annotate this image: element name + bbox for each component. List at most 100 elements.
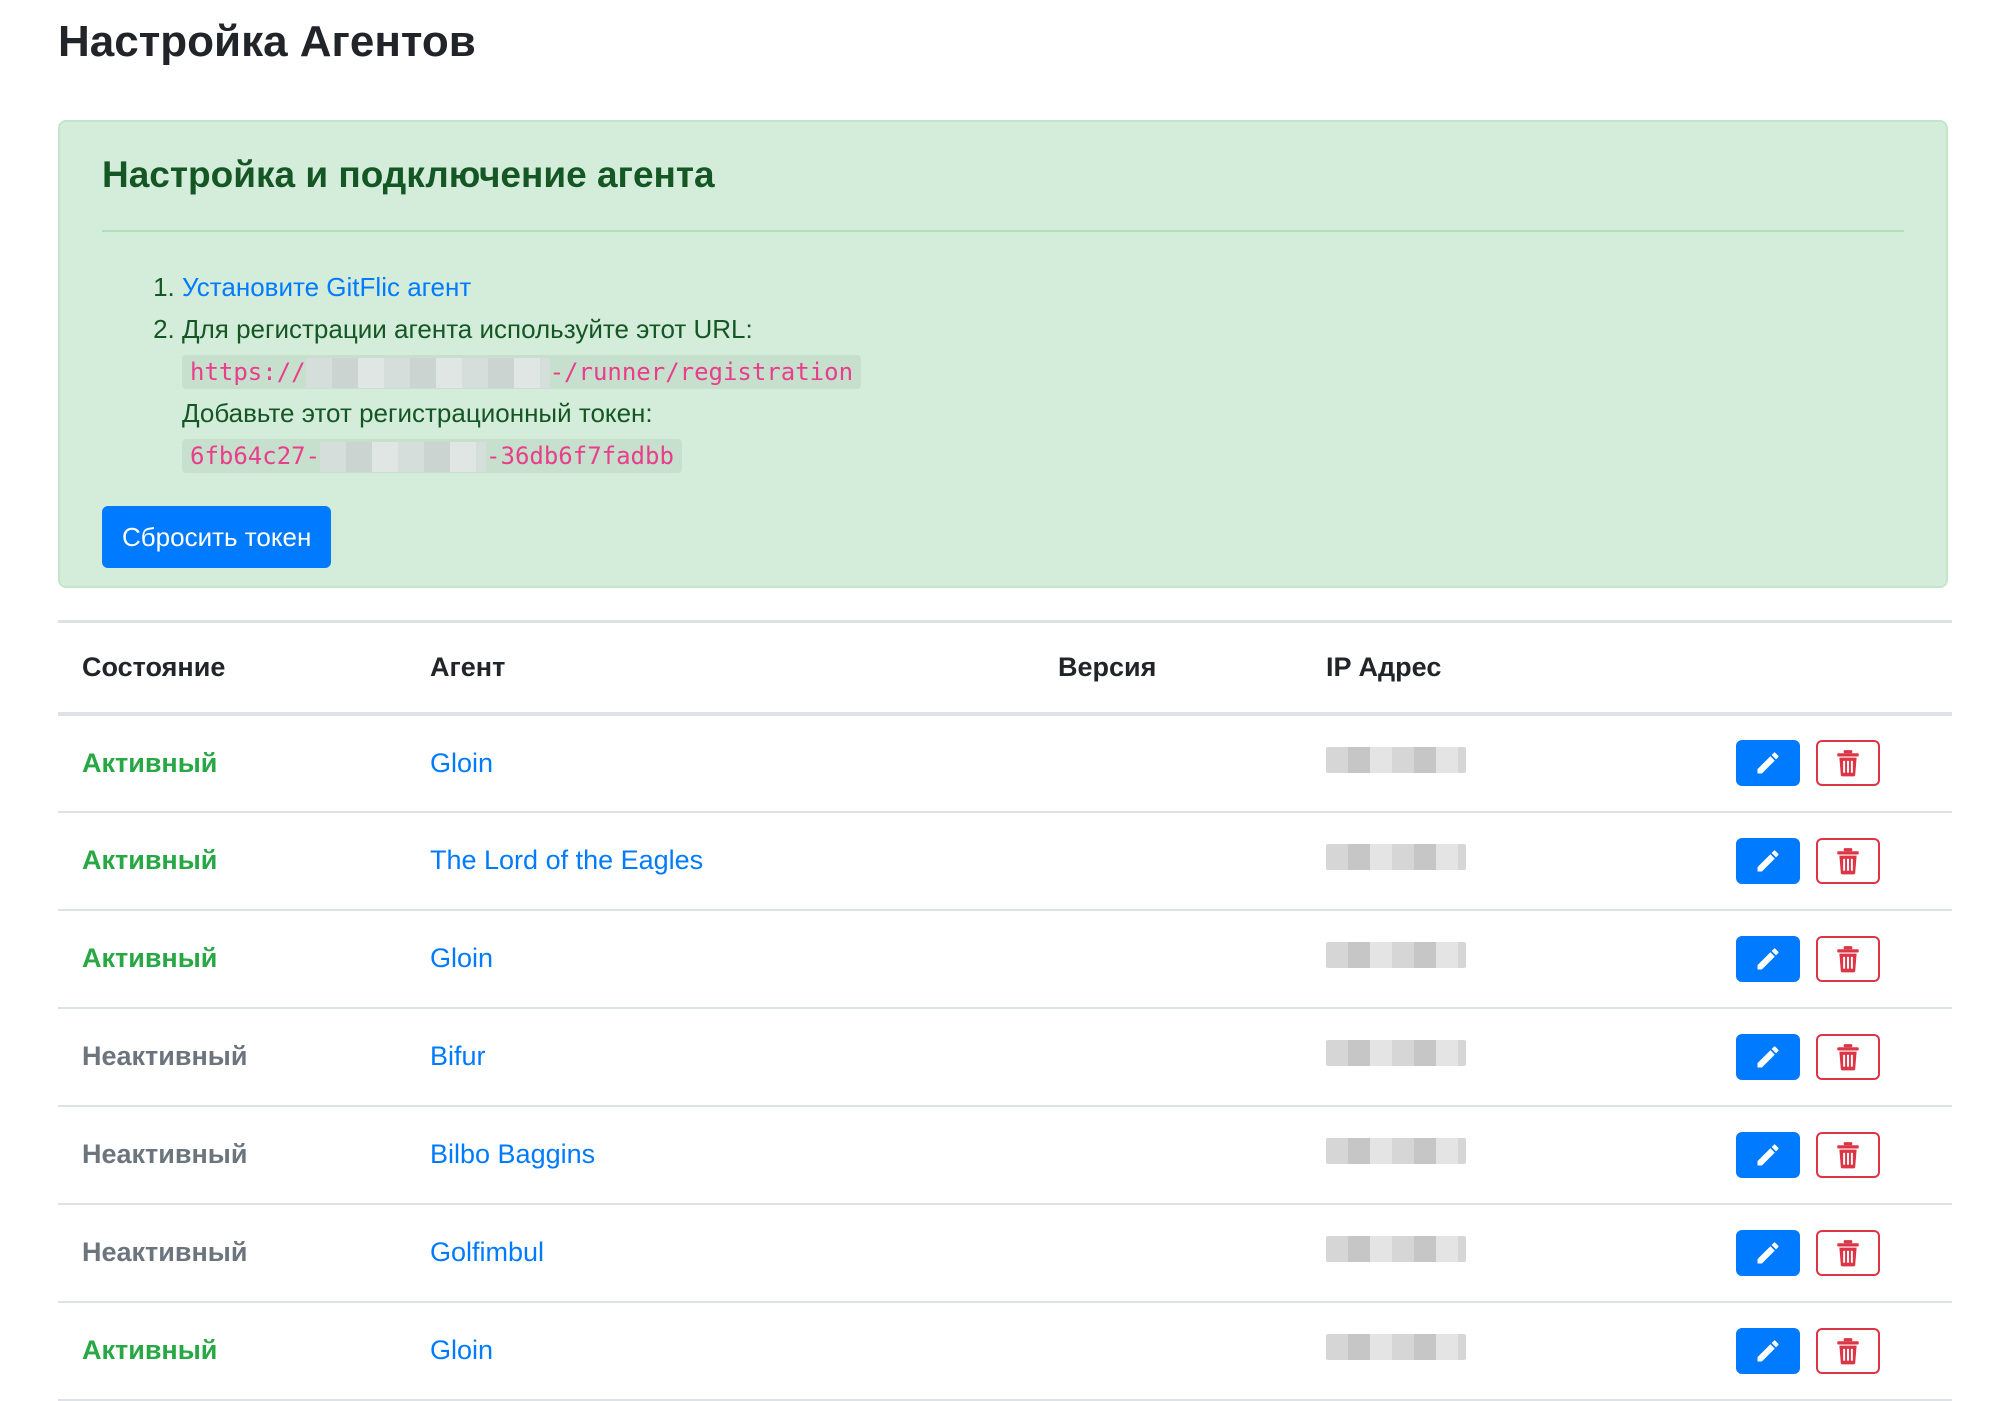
- agent-name-link[interactable]: Gloin: [430, 1335, 493, 1365]
- agent-status-cell: Неактивный: [58, 1105, 406, 1205]
- agent-name-cell: The Lord of the Eagles: [406, 811, 1034, 911]
- agent-version-cell: [1034, 811, 1302, 911]
- header-status: Состояние: [58, 620, 406, 716]
- redacted-ip-address: [1326, 1040, 1466, 1066]
- pencil-icon: [1757, 1241, 1779, 1263]
- agent-status-cell: Неактивный: [58, 1203, 406, 1303]
- redacted-ip-address: [1326, 746, 1466, 773]
- edit-agent-button[interactable]: [1736, 740, 1801, 786]
- registration-url[interactable]: https:// -/runner/registration: [182, 355, 862, 389]
- redacted-ip-address: [1326, 1334, 1466, 1360]
- agent-status: Неактивный: [82, 1139, 248, 1169]
- registration-url-prefix: https://: [190, 358, 306, 386]
- table-row: Активный Gloin: [58, 909, 1952, 1009]
- agent-actions-cell: [1602, 1007, 1952, 1107]
- pencil-icon: [1757, 849, 1779, 871]
- table-row: Активный The Lord of the Eagles: [58, 811, 1952, 911]
- pencil-icon: [1757, 1045, 1779, 1067]
- registration-url-label: Для регистрации агента используйте этот …: [182, 314, 753, 344]
- agent-status: Активный: [82, 943, 218, 973]
- setup-step-register: Для регистрации агента используйте этот …: [182, 308, 1904, 476]
- setup-step-install: Установите GitFlic агент: [182, 266, 1904, 308]
- delete-agent-button[interactable]: [1816, 1033, 1880, 1080]
- agent-version-cell: [1034, 1007, 1302, 1107]
- agent-name-cell: Gloin: [406, 713, 1034, 813]
- delete-agent-button[interactable]: [1816, 935, 1880, 982]
- trash-icon: [1837, 847, 1859, 874]
- redacted-ip-address: [1326, 1138, 1466, 1164]
- pencil-icon: [1757, 752, 1779, 774]
- agent-ip-cell: [1302, 811, 1602, 911]
- agent-status-cell: Неактивный: [58, 1007, 406, 1107]
- agent-status: Активный: [82, 1335, 218, 1365]
- agent-status-cell: Активный: [58, 811, 406, 911]
- redacted-token-part: [320, 442, 487, 472]
- agent-ip-cell: [1302, 1007, 1602, 1107]
- setup-steps: Установите GitFlic агент Для регистрации…: [102, 266, 1904, 476]
- trash-icon: [1837, 1141, 1859, 1168]
- agent-version-cell: [1034, 1203, 1302, 1303]
- table-row: Активный Gloin: [58, 1301, 1952, 1401]
- table-row: Неактивный Bilbo Baggins: [58, 1105, 1952, 1205]
- agent-name-link[interactable]: The Lord of the Eagles: [430, 845, 703, 875]
- pencil-icon: [1757, 1143, 1779, 1165]
- trash-icon: [1837, 1043, 1859, 1070]
- agent-status: Неактивный: [82, 1237, 248, 1267]
- edit-agent-button[interactable]: [1736, 1131, 1801, 1178]
- redacted-host: [305, 358, 550, 388]
- table-row: Неактивный Golfimbul: [58, 1203, 1952, 1303]
- pencil-icon: [1757, 1339, 1779, 1361]
- agent-name-link[interactable]: Gloin: [430, 943, 493, 973]
- delete-agent-button[interactable]: [1816, 1229, 1880, 1276]
- registration-url-suffix: -/runner/registration: [549, 358, 854, 386]
- agent-status: Активный: [82, 845, 218, 875]
- agent-name-link[interactable]: Bilbo Baggins: [430, 1139, 595, 1169]
- agent-name-cell: Gloin: [406, 1301, 1034, 1401]
- edit-agent-button[interactable]: [1736, 1229, 1801, 1276]
- header-agent: Агент: [406, 620, 1034, 716]
- agent-status-cell: Активный: [58, 713, 406, 813]
- agent-version-cell: [1034, 713, 1302, 813]
- agent-name-link[interactable]: Golfimbul: [430, 1237, 544, 1267]
- edit-agent-button[interactable]: [1736, 1327, 1801, 1374]
- delete-agent-button[interactable]: [1816, 1131, 1880, 1178]
- agent-version-cell: [1034, 1301, 1302, 1401]
- agent-actions-cell: [1602, 811, 1952, 911]
- trash-icon: [1837, 1337, 1859, 1364]
- agent-version-cell: [1034, 1105, 1302, 1205]
- agent-ip-cell: [1302, 909, 1602, 1009]
- redacted-ip-address: [1326, 1236, 1466, 1262]
- delete-agent-button[interactable]: [1816, 837, 1880, 884]
- registration-token-prefix: 6fb64c27-: [190, 442, 321, 470]
- registration-token[interactable]: 6fb64c27- -36db6f7fadbb: [182, 439, 682, 473]
- edit-agent-button[interactable]: [1736, 1033, 1801, 1080]
- table-row: Активный Gloin: [58, 713, 1952, 813]
- setup-divider: [102, 230, 1904, 232]
- agent-name-link[interactable]: Bifur: [430, 1041, 486, 1071]
- agent-actions-cell: [1602, 909, 1952, 1009]
- page-title: Настройка Агентов: [58, 17, 476, 66]
- pencil-icon: [1757, 947, 1779, 969]
- install-agent-link[interactable]: Установите GitFlic агент: [182, 272, 471, 302]
- delete-agent-button[interactable]: [1816, 1327, 1880, 1374]
- setup-heading: Настройка и подключение агента: [102, 154, 715, 195]
- redacted-ip-address: [1326, 844, 1466, 870]
- agent-name-cell: Bifur: [406, 1007, 1034, 1107]
- agent-name-link[interactable]: Gloin: [430, 748, 493, 778]
- table-header-row: Состояние Агент Версия IP Адрес: [58, 620, 1952, 716]
- agent-status-cell: Активный: [58, 1301, 406, 1401]
- agent-name-cell: Golfimbul: [406, 1203, 1034, 1303]
- agents-table-body: Активный Gloin Активный The Lord of the …: [58, 713, 1952, 1401]
- agent-name-cell: Gloin: [406, 909, 1034, 1009]
- agent-name-cell: Bilbo Baggins: [406, 1105, 1034, 1205]
- agent-setup-panel: Настройка и подключение агента Установит…: [58, 120, 1948, 588]
- header-ip: IP Адрес: [1302, 620, 1602, 716]
- trash-icon: [1837, 750, 1859, 777]
- table-row: Неактивный Bifur: [58, 1007, 1952, 1107]
- registration-token-suffix: -36db6f7fadbb: [486, 442, 674, 470]
- agent-ip-cell: [1302, 1105, 1602, 1205]
- edit-agent-button[interactable]: [1736, 935, 1801, 982]
- delete-agent-button[interactable]: [1816, 740, 1880, 786]
- reset-token-button[interactable]: Сбросить токен: [102, 506, 332, 568]
- edit-agent-button[interactable]: [1736, 837, 1801, 884]
